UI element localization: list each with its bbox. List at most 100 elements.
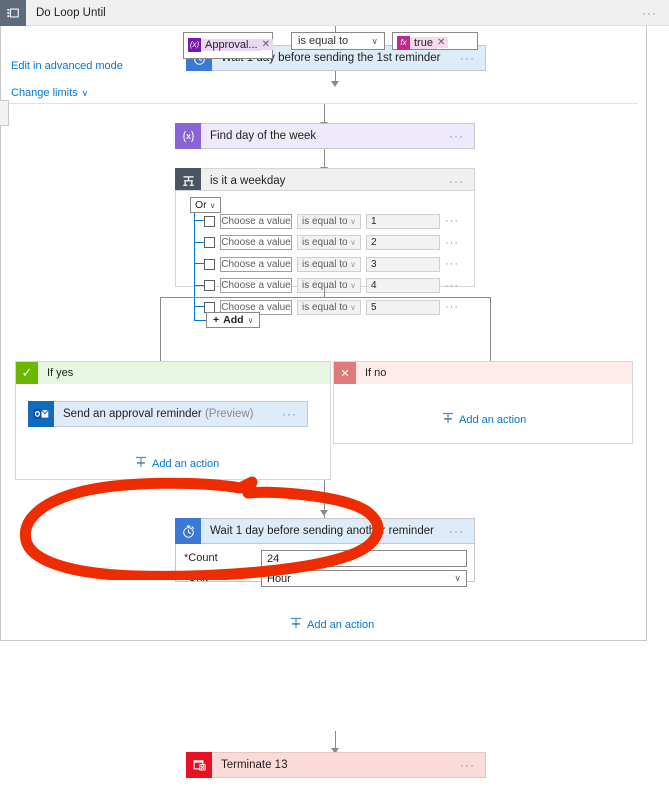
change-limits-label: Change limits (11, 87, 78, 99)
node-preview-tag: (Preview) (204, 408, 254, 420)
expression-icon: fx (397, 35, 410, 50)
condition-row-checkbox[interactable] (204, 280, 215, 291)
variable-icon: (x) (188, 37, 201, 52)
scope-overflow-button[interactable]: ··· (642, 6, 669, 20)
scope-header[interactable]: Do Loop Until ··· (0, 0, 669, 26)
node-overflow-button[interactable]: ··· (449, 130, 474, 142)
group-operator-value: Or (195, 199, 207, 211)
condition-row: Choose a value is equal to ∨ 1 ··· (204, 213, 470, 229)
token-true-expression[interactable]: fx true ✕ (397, 35, 449, 50)
loop-condition-left-token-box[interactable]: (x) Approval... ✕ (183, 32, 273, 59)
condition-field-input[interactable]: Choose a value (220, 213, 292, 229)
condition-row-overflow[interactable]: ··· (445, 301, 459, 313)
condition-tree-branch (194, 241, 204, 243)
condition-field-input[interactable]: Choose a value (220, 235, 292, 250)
token-label: true (410, 36, 437, 49)
node-title-text: Send an approval reminder (63, 408, 202, 420)
condition-value-input[interactable]: 2 (366, 235, 440, 250)
condition-value-input[interactable]: 3 (366, 256, 440, 272)
token-remove-icon[interactable]: ✕ (436, 37, 449, 48)
node-title: Find day of the week (210, 130, 317, 142)
add-action-button-if-yes[interactable]: Add an action (135, 456, 219, 471)
action-node-find-day-of-week[interactable]: Find day of the week ··· (175, 123, 475, 149)
chevron-down-icon: ∨ (371, 35, 378, 46)
node-overflow-button[interactable]: ··· (449, 525, 474, 537)
flow-designer-canvas: Wait 1 day before sending the 1st remind… (0, 0, 669, 789)
token-approval-variable[interactable]: (x) Approval... ✕ (188, 37, 273, 52)
condition-row: Choose a value is equal to ∨ 4 ··· (204, 278, 470, 294)
count-input[interactable]: 24 (261, 550, 467, 567)
condition-row-overflow[interactable]: ··· (445, 280, 459, 292)
action-node-send-approval-reminder[interactable]: Send an approval reminder (Preview) ··· (28, 401, 308, 427)
condition-operator-select[interactable]: is equal to ∨ (297, 235, 361, 250)
token-label: Approval... (201, 38, 262, 51)
adjacent-card-stub (0, 100, 9, 126)
loop-condition-operator-select[interactable]: is equal to ∨ (291, 32, 385, 50)
outlook-icon (28, 401, 54, 427)
group-operator-dropdown[interactable]: Or ∨ (190, 197, 221, 213)
add-action-button-loop[interactable]: Add an action (290, 617, 374, 632)
node-title: Send an approval reminder (Preview) (54, 408, 282, 420)
delay-clock-icon (175, 518, 201, 544)
condition-row-checkbox[interactable] (204, 215, 215, 227)
node-overflow-button[interactable]: ··· (460, 759, 485, 771)
chevron-down-icon: ∨ (350, 216, 356, 226)
operator-value: is equal to (298, 35, 349, 47)
condition-operator-select[interactable]: is equal to ∨ (297, 278, 361, 293)
node-title: Terminate 13 (221, 759, 288, 771)
add-action-label: Add an action (307, 618, 375, 631)
chevron-down-icon: ∨ (81, 87, 89, 98)
condition-tree-branch (194, 284, 204, 286)
connector-arrowhead-wait (320, 510, 328, 516)
loop-condition-right-token-box[interactable]: fx true ✕ (392, 32, 478, 50)
connector-vertical-branches (324, 287, 325, 297)
branch-panel-if-no: ✕ If no Add an action (333, 361, 633, 444)
param-label-unit: *Unit (184, 572, 208, 584)
condition-title: is it a weekday (210, 175, 286, 187)
count-value: 24 (267, 552, 280, 565)
condition-operator-select[interactable]: is equal to ∨ (297, 299, 361, 315)
condition-row-checkbox[interactable] (204, 237, 215, 248)
condition-row: Choose a value is equal to ∨ 3 ··· (204, 256, 470, 272)
condition-tree-spine (194, 213, 195, 320)
add-action-button-if-no[interactable]: Add an action (442, 412, 526, 427)
condition-operator-select[interactable]: is equal to ∨ (297, 213, 361, 229)
token-remove-icon[interactable]: ✕ (261, 39, 273, 50)
condition-row-overflow[interactable]: ··· (445, 258, 459, 270)
condition-field-input[interactable]: Choose a value (220, 256, 292, 272)
node-overflow-button[interactable]: ··· (460, 52, 485, 64)
change-limits-link[interactable]: Change limits ∨ (11, 87, 88, 99)
connector-vertical-no (490, 297, 491, 363)
action-node-terminate[interactable]: Terminate 13 ··· (186, 752, 486, 778)
chevron-down-icon: ∨ (454, 573, 461, 583)
condition-row-checkbox[interactable] (204, 301, 215, 313)
branch-panel-if-yes: ✓ If yes Send an approval reminder (Prev… (15, 361, 331, 480)
node-overflow-button[interactable]: ··· (282, 408, 307, 420)
condition-field-input[interactable]: Choose a value (220, 278, 292, 293)
chevron-down-icon: ∨ (350, 281, 356, 290)
action-node-header-wait-another[interactable]: Wait 1 day before sending another remind… (175, 518, 475, 544)
param-label-count: *Count (184, 552, 218, 564)
condition-value-input[interactable]: 1 (366, 213, 440, 229)
condition-tree-branch (194, 263, 204, 264)
condition-value-input[interactable]: 4 (366, 278, 440, 293)
chevron-down-icon: ∨ (247, 315, 254, 325)
condition-tree-branch (194, 306, 204, 307)
add-action-icon (442, 412, 454, 427)
scope-loop-icon (0, 0, 26, 26)
add-condition-button[interactable]: + Add ∨ (206, 312, 261, 328)
operator-text: is equal to (302, 215, 348, 227)
condition-row-checkbox[interactable] (204, 258, 215, 270)
condition-row-overflow[interactable]: ··· (445, 237, 459, 249)
branch-label: If yes (47, 367, 74, 379)
branch-label: If no (365, 367, 387, 379)
condition-value-input[interactable]: 5 (366, 299, 440, 315)
scope-title: Do Loop Until (36, 6, 106, 19)
edit-in-advanced-mode-link[interactable]: Edit in advanced mode (11, 60, 123, 72)
add-action-label: Add an action (152, 457, 220, 470)
condition-operator-select[interactable]: is equal to ∨ (297, 256, 361, 272)
condition-row-overflow[interactable]: ··· (445, 215, 459, 227)
checkmark-icon: ✓ (16, 362, 38, 384)
unit-select[interactable]: Hour ∨ (261, 570, 467, 587)
condition-overflow-button[interactable]: ··· (449, 175, 474, 187)
